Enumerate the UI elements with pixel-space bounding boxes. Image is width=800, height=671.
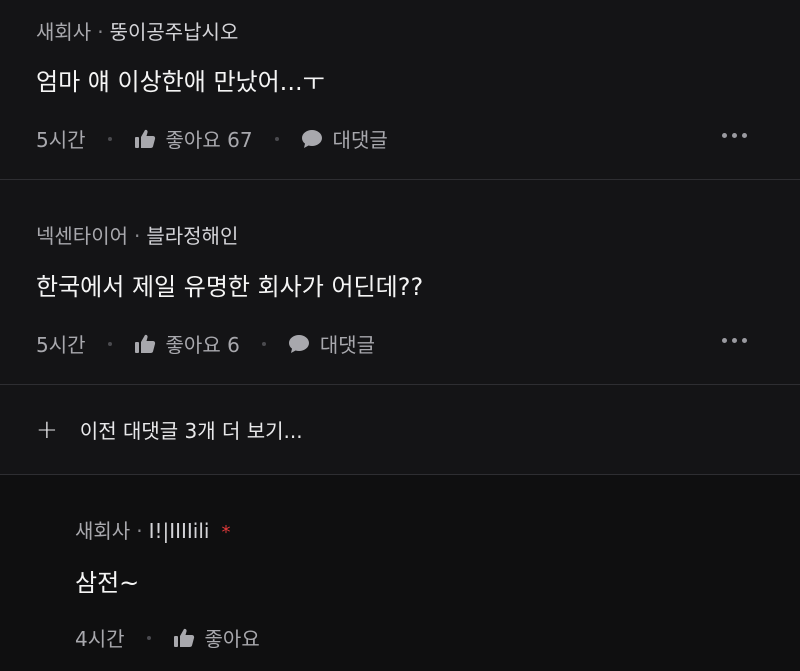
speech-bubble-icon xyxy=(288,334,309,353)
divider-dot xyxy=(274,136,279,141)
reply-actions: 4시간 좋아요 xyxy=(75,623,260,652)
plus-icon: + xyxy=(36,414,58,445)
expand-replies-row: + 이전 대댓글 3개 더 보기... xyxy=(0,385,800,475)
comment-time: 5시간 xyxy=(36,128,86,152)
like-label: 좋아요 6 xyxy=(165,333,240,357)
reply-label: 대댓글 xyxy=(319,333,376,357)
like-button[interactable]: 좋아요 67 xyxy=(134,124,253,153)
more-options-button[interactable] xyxy=(722,338,747,343)
speech-bubble-icon xyxy=(301,129,322,148)
like-label: 좋아요 67 xyxy=(165,128,253,152)
thumbs-up-icon xyxy=(134,334,155,353)
company-name[interactable]: 새회사 xyxy=(36,20,91,44)
reply-text: 삼전~ xyxy=(75,569,140,597)
more-dots-icon xyxy=(722,133,727,138)
separator: · xyxy=(134,224,141,248)
like-button[interactable]: 좋아요 6 xyxy=(134,329,240,358)
reply-label: 대댓글 xyxy=(332,128,388,152)
comment-meta: 넥센타이어 · 블라정해인 xyxy=(36,220,238,249)
comment-item: 넥센타이어 · 블라정해인 한국에서 제일 유명한 회사가 어딘데?? 5시간 좋아… xyxy=(0,180,800,385)
more-dots-icon xyxy=(722,338,727,343)
nickname[interactable]: 블라정해인 xyxy=(146,224,238,248)
reply-button[interactable]: 대댓글 xyxy=(288,329,375,358)
divider-dot xyxy=(146,635,151,640)
thumbs-up-icon xyxy=(173,628,194,647)
company-name[interactable]: 새회사 xyxy=(75,519,130,543)
separator: · xyxy=(136,519,143,543)
nickname[interactable]: 뚱이공주납시오 xyxy=(110,20,239,44)
like-label: 좋아요 xyxy=(204,627,260,651)
divider-dot xyxy=(261,341,266,346)
more-options-button[interactable] xyxy=(722,133,747,138)
comment-actions: 5시간 좋아요 6 대댓글 xyxy=(36,329,375,358)
expand-replies-label: 이전 대댓글 3개 더 보기... xyxy=(79,419,303,443)
reply-time: 4시간 xyxy=(75,627,125,651)
separator: · xyxy=(97,20,104,44)
divider-dot xyxy=(107,341,112,346)
comment-time: 5시간 xyxy=(36,333,86,357)
comment-item: 새회사 · 뚱이공주납시오 엄마 얘 이상한애 만났어...ㅜ 5시간 좋아요 67… xyxy=(0,0,800,180)
reply-meta: 새회사 · I!|IIIIili * xyxy=(75,515,230,544)
like-button[interactable]: 좋아요 xyxy=(173,623,260,652)
comment-actions: 5시간 좋아요 67 대댓글 xyxy=(36,124,388,153)
expand-replies-button[interactable]: + 이전 대댓글 3개 더 보기... xyxy=(36,415,303,444)
reply-item: 새회사 · I!|IIIIili * 삼전~ 4시간 좋아요 xyxy=(0,475,800,671)
author-mark: * xyxy=(221,522,231,543)
divider-dot xyxy=(107,136,112,141)
comment-text: 한국에서 제일 유명한 회사가 어딘데?? xyxy=(36,273,424,301)
comment-meta: 새회사 · 뚱이공주납시오 xyxy=(36,16,238,45)
company-name[interactable]: 넥센타이어 xyxy=(36,224,128,248)
reply-button[interactable]: 대댓글 xyxy=(301,124,388,153)
nickname[interactable]: I!|IIIIili xyxy=(149,519,210,543)
comment-text: 엄마 얘 이상한애 만났어...ㅜ xyxy=(36,68,325,96)
thumbs-up-icon xyxy=(134,129,155,148)
